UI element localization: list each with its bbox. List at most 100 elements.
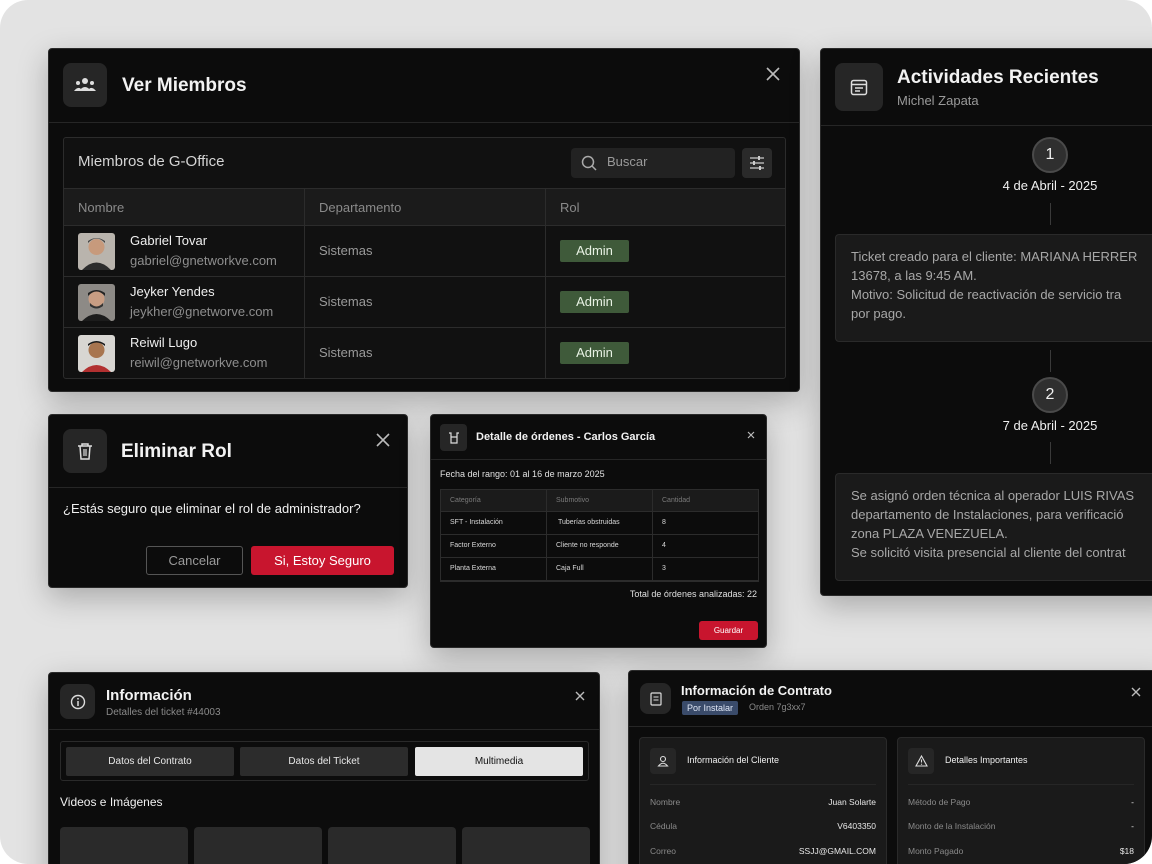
confirm-delete-button[interactable]: Si, Estoy Seguro [251, 546, 394, 575]
media-thumbnail[interactable] [328, 827, 456, 864]
submotive-cell: Caja Full [556, 565, 584, 572]
role-badge: Admin [560, 291, 629, 313]
member-name: Gabriel Tovar [130, 233, 208, 248]
orders-table: Categoría Submotivo Cantidad SFT - Insta… [440, 489, 759, 582]
tab-contract-data[interactable]: Datos del Contrato [66, 747, 234, 776]
dialog-subtitle: Detalles del ticket #44003 [106, 707, 221, 718]
warning-icon [908, 748, 934, 774]
field-value: SSJJ@GMAIL.COM [798, 846, 876, 856]
member-name: Jeyker Yendes [130, 284, 215, 299]
media-thumbnail[interactable] [194, 827, 322, 864]
close-icon[interactable] [575, 688, 585, 706]
confirm-question: ¿Estás seguro que eliminar el rol de adm… [63, 501, 361, 516]
save-button[interactable]: Guardar [699, 621, 758, 640]
column-header: Categoría [450, 497, 481, 504]
divider [49, 729, 599, 730]
section-title: Videos e Imágenes [60, 795, 163, 809]
column-divider [652, 490, 653, 581]
avatar [78, 335, 115, 372]
divider [650, 784, 876, 785]
field-value: V6403350 [837, 821, 876, 831]
activity-card: Se asignó orden técnica al operador LUIS… [835, 473, 1152, 581]
sliders-icon [750, 156, 764, 170]
search-input[interactable] [607, 154, 727, 169]
category-cell: Planta Externa [450, 565, 496, 572]
qty-cell: 3 [662, 565, 666, 572]
avatar [78, 233, 115, 270]
activities-panel: Actividades Recientes Michel Zapata 1 4 … [820, 48, 1152, 596]
column-header: Rol [560, 200, 580, 215]
card-title: Miembros de G-Office [78, 153, 225, 170]
tab-ticket-data[interactable]: Datos del Ticket [240, 747, 408, 776]
divider [49, 487, 407, 488]
divider [431, 459, 766, 460]
role-badge: Admin [560, 342, 629, 364]
step-date: 4 de Abril - 2025 [1002, 178, 1098, 193]
column-divider [304, 188, 305, 378]
trash-icon [63, 429, 107, 473]
members-card: Miembros de G-Office Nombre Departamento… [63, 137, 786, 379]
close-icon[interactable] [766, 67, 780, 86]
detail-field-row: Método de Pago - [908, 797, 1134, 811]
canvas: Ver Miembros Miembros de G-Office Nombre… [0, 0, 1152, 864]
close-icon[interactable] [1131, 684, 1141, 702]
submotive-cell: Cliente no responde [556, 542, 619, 549]
dialog-title: Detalle de órdenes - Carlos García [476, 431, 656, 443]
column-header: Cantidad [662, 497, 691, 504]
table-row[interactable]: Gabriel Tovar gabriel@gnetworkve.com Sis… [64, 226, 785, 277]
step-number: 2 [1032, 377, 1068, 413]
table-row: Factor Externo Cliente no responde 4 [441, 535, 758, 558]
card-title: Información del Cliente [687, 755, 780, 765]
dialog-title: Información de Contrato [681, 683, 832, 698]
table-header: Nombre Departamento Rol [64, 188, 785, 226]
media-thumbnail[interactable] [60, 827, 188, 864]
order-detail-dialog: Detalle de órdenes - Carlos García Fecha… [430, 414, 767, 648]
member-email: gabriel@gnetworkve.com [130, 253, 277, 268]
media-thumbnail[interactable] [462, 827, 590, 864]
important-details-card: Detalles Importantes Método de Pago - Mo… [897, 737, 1145, 864]
activity-card: Ticket creado para el cliente: MARIANA H… [835, 234, 1152, 342]
filter-button[interactable] [742, 148, 772, 178]
dialog-title: Eliminar Rol [121, 441, 232, 462]
delete-role-dialog: Eliminar Rol ¿Estás seguro que eliminar … [48, 414, 408, 588]
field-value: - [1131, 821, 1134, 831]
field-label: Monto Pagado [908, 846, 964, 856]
ticket-info-dialog: Información Detalles del ticket #44003 D… [48, 672, 600, 864]
basket-icon [440, 424, 467, 451]
column-divider [545, 188, 546, 378]
panel-subtitle: Michel Zapata [897, 93, 979, 108]
info-icon [60, 684, 95, 719]
column-header: Submotivo [556, 497, 590, 504]
divider [629, 726, 1152, 727]
table-row[interactable]: Jeyker Yendes jeykher@gnetworve.com Sist… [64, 277, 785, 328]
search-box[interactable] [571, 148, 735, 178]
close-icon[interactable] [376, 433, 390, 452]
members-dialog: Ver Miembros Miembros de G-Office Nombre… [48, 48, 800, 392]
dialog-title: Ver Miembros [122, 75, 247, 96]
field-value: - [1131, 797, 1134, 807]
member-email: reiwil@gnetworkve.com [130, 355, 268, 370]
date-range: Fecha del rango: 01 al 16 de marzo 2025 [440, 469, 605, 479]
table-row[interactable]: Reiwil Lugo reiwil@gnetworkve.com Sistem… [64, 328, 785, 378]
member-department: Sistemas [319, 294, 373, 309]
step-date: 7 de Abril - 2025 [1002, 418, 1098, 433]
timeline-line [1050, 350, 1051, 372]
submotive-cell: Tuberías obstruidas [558, 519, 620, 526]
tab-multimedia[interactable]: Multimedia [415, 747, 583, 776]
field-label: Nombre [650, 797, 681, 807]
column-header: Nombre [78, 200, 125, 215]
client-field-row: Correo SSJJ@GMAIL.COM [650, 846, 876, 860]
member-department: Sistemas [319, 345, 373, 360]
close-icon[interactable] [747, 426, 755, 444]
cancel-button[interactable]: Cancelar [146, 546, 243, 575]
category-cell: Factor Externo [450, 542, 496, 549]
timeline-line [1050, 203, 1051, 225]
members-table: Nombre Departamento Rol Gabriel Tovar ga… [64, 188, 785, 378]
table-row: SFT - Instalación Tuberías obstruidas 8 [441, 512, 758, 535]
step-number: 1 [1032, 137, 1068, 173]
qty-cell: 4 [662, 542, 666, 549]
field-value: Juan Solarte [828, 797, 876, 807]
column-divider [546, 490, 547, 581]
field-label: Correo [650, 846, 676, 856]
avatar [78, 284, 115, 321]
